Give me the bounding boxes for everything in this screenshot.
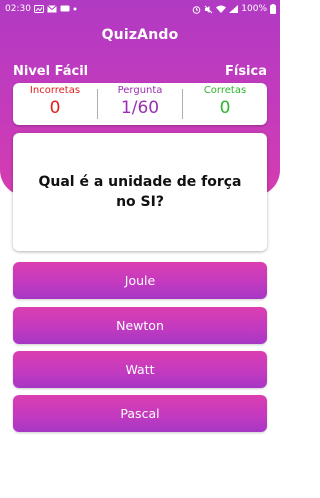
answer-button-2[interactable]: Newton: [13, 307, 267, 344]
subject-label: Física: [224, 64, 267, 79]
wrong-answers-label: Incorretas: [29, 85, 81, 96]
answer-label: Pascal: [120, 406, 160, 421]
status-time: 02:30: [5, 4, 31, 14]
wifi-icon: [216, 5, 227, 13]
message-notification-icon: [60, 5, 70, 13]
answer-button-3[interactable]: Watt: [13, 351, 267, 388]
wrong-answers-counter: Incorretas 0: [13, 83, 97, 125]
question-counter-value: 1/60: [120, 98, 160, 118]
question-text: Qual é a unidade de força no SI?: [38, 174, 242, 210]
answer-label: Watt: [125, 362, 155, 377]
status-bar: 02:30 100%: [0, 0, 280, 18]
level-label: Nivel Fácil: [13, 64, 89, 79]
mute-icon: [204, 5, 213, 14]
right-answers-counter: Corretas 0: [183, 83, 267, 125]
app-title: QuizAndo: [101, 27, 179, 43]
more-notifications-icon: [73, 7, 77, 11]
battery-percent: 100%: [241, 4, 267, 14]
question-card: Qual é a unidade de força no SI?: [13, 133, 267, 251]
battery-icon: [270, 4, 276, 14]
answer-label: Joule: [124, 273, 156, 288]
signal-icon: [229, 5, 239, 13]
right-answers-label: Corretas: [203, 85, 247, 96]
question-counter-label: Pergunta: [117, 85, 163, 96]
gallery-notification-icon: [33, 5, 44, 13]
answer-button-1[interactable]: Joule: [13, 262, 267, 299]
mail-notification-icon: [47, 5, 57, 13]
score-card: Incorretas 0 Pergunta 1/60 Corretas 0: [13, 83, 267, 125]
right-answers-value: 0: [219, 98, 231, 118]
alarm-icon: [192, 5, 201, 14]
answer-label: Newton: [116, 318, 164, 333]
answer-button-4[interactable]: Pascal: [13, 395, 267, 432]
question-counter: Pergunta 1/60: [98, 83, 182, 125]
wrong-answers-value: 0: [49, 98, 61, 118]
